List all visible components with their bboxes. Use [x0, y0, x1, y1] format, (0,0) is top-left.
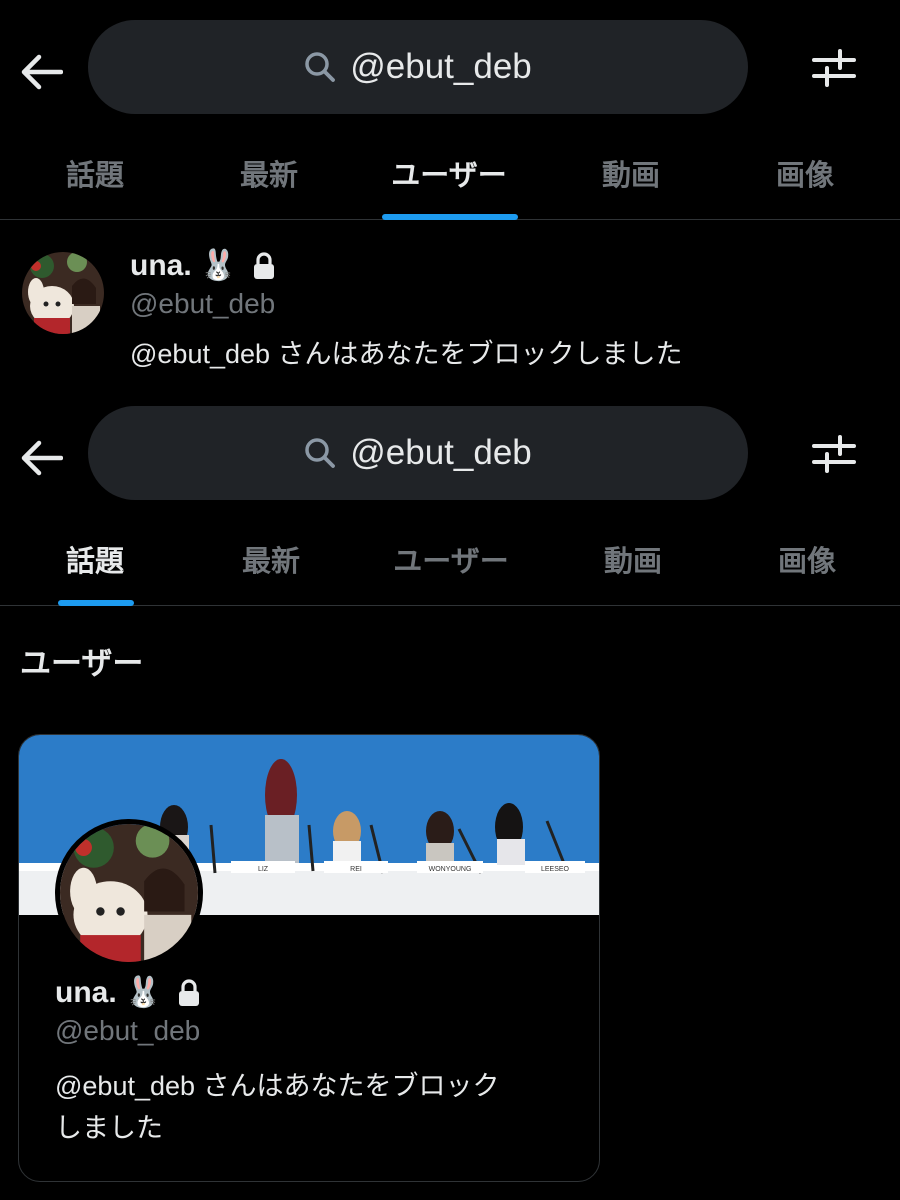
tab-topics[interactable]: 話題: [20, 526, 170, 606]
user-handle: @ebut_deb: [130, 288, 276, 319]
rabbit-emoji: 🐰: [124, 976, 163, 1009]
arrow-left-icon: [21, 54, 63, 90]
user-card[interactable]: LIZ REI WONYOUNG LEESEO una. 🐰 @ebut_deb…: [18, 734, 600, 1182]
search-header-top: @ebut_deb: [0, 20, 900, 120]
tab-bar-bottom: 話題 最新 ユーザー 動画 画像: [0, 526, 900, 606]
tab-latest[interactable]: 最新: [196, 526, 346, 606]
user-name: una.: [130, 248, 192, 282]
back-button[interactable]: [18, 434, 66, 482]
filter-button[interactable]: [812, 432, 870, 482]
search-input[interactable]: @ebut_deb: [88, 20, 748, 114]
filter-button[interactable]: [812, 46, 870, 96]
search-header-bottom: @ebut_deb: [0, 406, 900, 506]
search-icon: [305, 52, 336, 82]
arrow-left-icon: [21, 440, 63, 476]
tab-latest[interactable]: 最新: [194, 140, 344, 220]
card-blocked-message-line2: しました: [55, 1113, 163, 1143]
lock-icon: [179, 978, 200, 1006]
search-query: @ebut_deb: [350, 47, 532, 86]
nameplate-liz: LIZ: [258, 866, 269, 873]
avatar-image: [22, 252, 104, 334]
tab-topics[interactable]: 話題: [20, 140, 170, 220]
tab-images[interactable]: 画像: [730, 140, 880, 220]
nameplate-leeseo: LEESEO: [541, 866, 570, 873]
sliders-icon: [812, 435, 856, 473]
avatar-image: [60, 824, 198, 962]
search-input[interactable]: @ebut_deb: [88, 406, 748, 500]
nameplate-wonyoung: WONYOUNG: [429, 866, 472, 873]
rabbit-emoji: 🐰: [199, 249, 238, 282]
tab-videos[interactable]: 動画: [556, 140, 706, 220]
tab-users[interactable]: ユーザー: [374, 140, 524, 220]
card-blocked-message-line1: @ebut_deb さんはあなたをブロック: [55, 1071, 500, 1101]
tab-images[interactable]: 画像: [732, 526, 882, 606]
card-avatar[interactable]: [55, 819, 203, 967]
card-user-handle: @ebut_deb: [55, 1015, 201, 1046]
blocked-message: @ebut_deb さんはあなたをブロックしました: [130, 339, 683, 369]
avatar[interactable]: [22, 252, 104, 334]
back-button[interactable]: [18, 48, 66, 96]
user-name: una.: [55, 975, 117, 1009]
users-section-title: ユーザー: [20, 646, 144, 682]
tab-bar-top: 話題 最新 ユーザー 動画 画像: [0, 140, 900, 220]
active-tab-indicator: [382, 214, 518, 220]
tab-videos[interactable]: 動画: [558, 526, 708, 606]
sliders-icon: [812, 49, 856, 87]
nameplate-rei: REI: [350, 866, 362, 873]
tab-users[interactable]: ユーザー: [376, 526, 526, 606]
active-tab-indicator: [58, 600, 134, 606]
card-user-name-row[interactable]: una. 🐰: [55, 975, 202, 1010]
search-query: @ebut_deb: [350, 433, 532, 472]
lock-icon: [254, 251, 275, 279]
user-name-row[interactable]: una. 🐰: [130, 248, 277, 283]
search-icon: [305, 438, 336, 468]
